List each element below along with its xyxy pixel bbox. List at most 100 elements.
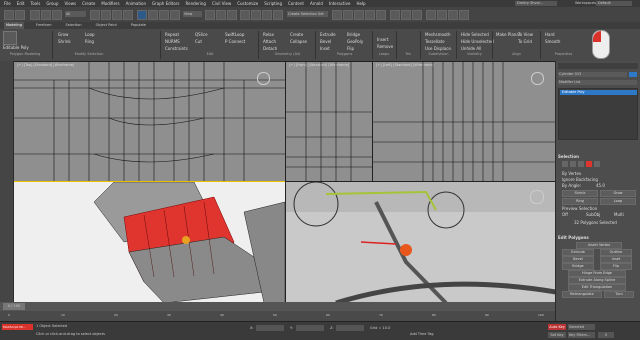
extrude-button[interactable]: Extrude	[562, 249, 594, 256]
by-vertex-checkbox[interactable]: By Vertex	[562, 171, 581, 176]
loop-button[interactable]: Loop	[600, 198, 636, 205]
object-name-field[interactable]: Cylinder 013	[558, 72, 627, 77]
key-filters-button[interactable]: Key Filters...	[568, 332, 595, 338]
mirror-icon[interactable]	[332, 10, 342, 20]
loops-group[interactable]: Loops	[373, 52, 395, 56]
snaps-toggle-icon[interactable]	[240, 10, 250, 20]
inset-button[interactable]: Inset	[600, 256, 632, 263]
editable-poly-icon[interactable]	[3, 31, 17, 45]
unlink-icon[interactable]	[41, 10, 51, 20]
to-view-button[interactable]: To View	[518, 32, 533, 37]
smooth-button[interactable]: Smooth	[545, 39, 560, 44]
properties-group[interactable]: Properties	[541, 52, 586, 56]
make-planar-button[interactable]: Make Planar	[496, 32, 520, 37]
menu-item[interactable]: Views	[65, 0, 77, 7]
loop-button[interactable]: Loop	[85, 32, 95, 37]
edit-polygons-rollout-header[interactable]: Edit Polygons	[558, 235, 589, 240]
layer-explorer-icon[interactable]	[365, 10, 375, 20]
keyboard-shortcut-icon[interactable]	[227, 10, 237, 20]
ribbon-tab[interactable]: Populate	[129, 22, 148, 29]
track-bar[interactable]: 0 10 20 30 40 50 60 70 80 90 100	[0, 311, 555, 321]
time-slider-thumb[interactable]: 0 / 100	[3, 303, 25, 310]
viewport-perspective[interactable]: [+] [Perspective] [Standard] [Default Sh…	[285, 181, 557, 304]
viewport-front[interactable]: [+] [Front] [Standard] [Wireframe]	[285, 61, 373, 183]
modifier-list-dropdown[interactable]: Modifier List	[558, 80, 637, 85]
playback-controls[interactable]	[598, 324, 636, 330]
bridge-button[interactable]: Bridge	[562, 263, 594, 270]
window-crossing-icon[interactable]	[123, 10, 133, 20]
command-panel-tabs[interactable]	[558, 63, 638, 69]
outline-button[interactable]: Outline	[600, 249, 632, 256]
constraints-label[interactable]: Constraints	[165, 46, 188, 51]
spinner-snap-icon[interactable]	[273, 10, 283, 20]
hide-unselected-button[interactable]: Hide Unselected	[461, 39, 494, 44]
selection-set-dropdown[interactable]: Create Selection Set	[287, 11, 328, 17]
menu-item[interactable]: Scripting	[264, 0, 282, 7]
render-cloud-icon[interactable]	[459, 10, 469, 20]
viewport-left[interactable]: [+] [Left] [Standard] [Wireframe]	[372, 61, 557, 183]
unhide-all-button[interactable]: Unhide All	[461, 46, 481, 51]
preview-off-radio[interactable]: Off	[562, 212, 568, 217]
menu-item[interactable]: Customize	[237, 0, 258, 7]
polygon-modeling-group[interactable]: Polygon Modeling	[0, 52, 50, 56]
object-color-swatch[interactable]	[629, 72, 637, 77]
curve-editor-icon[interactable]	[390, 10, 400, 20]
menu-item[interactable]: Group	[46, 0, 58, 7]
tessellate-button[interactable]: Tessellate	[425, 39, 445, 44]
x-coordinate-field[interactable]	[256, 325, 284, 331]
element-mode-icon[interactable]	[594, 161, 600, 167]
bevel-button[interactable]: Bevel	[562, 256, 594, 263]
render-setup-icon[interactable]	[426, 10, 436, 20]
menu-item[interactable]: Create	[82, 0, 95, 7]
scale-icon[interactable]	[159, 10, 169, 20]
hinge-from-edge-button[interactable]: Hinge From Edge	[568, 270, 626, 277]
select-by-name-icon[interactable]	[101, 10, 111, 20]
menu-item[interactable]: Help	[356, 0, 365, 7]
swiftloop-button[interactable]: SwiftLoop	[225, 32, 244, 37]
menu-item[interactable]: Rendering	[186, 0, 206, 7]
bind-spacewarp-icon[interactable]	[52, 10, 62, 20]
move-icon[interactable]	[137, 10, 147, 20]
detach-button[interactable]: Detach	[263, 46, 277, 51]
bevel-button[interactable]: Bevel	[320, 39, 331, 44]
undo-icon[interactable]	[4, 10, 14, 20]
use-displace-button[interactable]: Use Displace.	[425, 46, 452, 51]
region-select-icon[interactable]	[112, 10, 122, 20]
edit-triangulation-button[interactable]: Edit Triangulation	[568, 284, 626, 291]
angle-snap-icon[interactable]	[251, 10, 261, 20]
ring-button[interactable]: Ring	[85, 39, 94, 44]
edge-mode-icon[interactable]	[570, 161, 576, 167]
render-frame-icon[interactable]	[437, 10, 447, 20]
ribbon-tab[interactable]: Object Paint	[94, 22, 119, 29]
qslice-button[interactable]: QSlice	[195, 32, 208, 37]
hard-button[interactable]: Hard	[545, 32, 555, 37]
menu-item[interactable]: Arnold	[310, 0, 323, 7]
menu-item[interactable]: Interactive	[329, 0, 351, 7]
repeat-button[interactable]: Repeat	[165, 32, 179, 37]
percent-snap-icon[interactable]	[262, 10, 272, 20]
border-mode-icon[interactable]	[578, 161, 584, 167]
nurms-button[interactable]: NURMS	[165, 39, 180, 44]
auto-key-button[interactable]: Auto Key	[548, 324, 566, 330]
ribbon-toggle-icon[interactable]	[376, 10, 386, 20]
geometry-all-group[interactable]: Geometry (All)	[260, 52, 315, 56]
menu-item[interactable]: Animation	[126, 0, 146, 7]
placement-icon[interactable]	[170, 10, 180, 20]
ribbon-tab[interactable]: Freeform	[34, 22, 54, 29]
flip-button[interactable]: Flip	[347, 46, 354, 51]
viewcube-icon[interactable]	[531, 72, 544, 85]
preview-subobj-radio[interactable]: SubObj	[586, 212, 600, 217]
create-button[interactable]: Create	[290, 32, 303, 37]
viewcube-icon[interactable]	[530, 190, 544, 204]
ring-button[interactable]: Ring	[562, 198, 598, 205]
geopoly-button[interactable]: GeoPoly	[347, 39, 363, 44]
render-production-icon[interactable]	[448, 10, 458, 20]
flip-button[interactable]: Flip	[600, 263, 632, 270]
retriangulate-button[interactable]: Retriangulate	[562, 291, 602, 298]
reference-coordinate-dropdown[interactable]: View	[183, 11, 202, 17]
visibility-group[interactable]: Visibility	[457, 52, 492, 56]
remove-loop-button[interactable]: Remove	[377, 44, 393, 49]
z-coordinate-field[interactable]	[336, 325, 364, 331]
extrude-along-spline-button[interactable]: Extrude Along Spline	[568, 277, 626, 284]
ribbon-tab[interactable]: Selection	[64, 22, 84, 29]
